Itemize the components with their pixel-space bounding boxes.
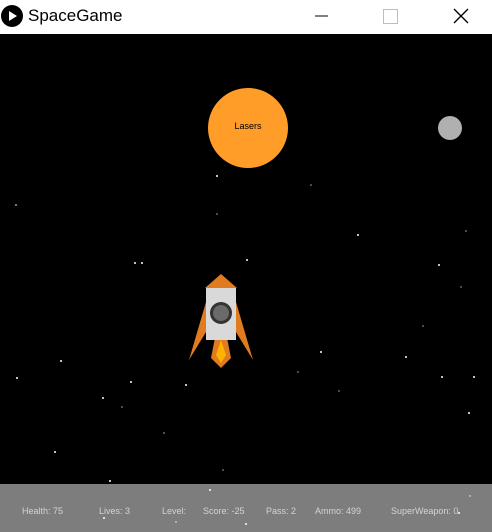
star: [121, 406, 123, 408]
player-rocket[interactable]: [186, 272, 256, 370]
game-canvas[interactable]: Lasers: [0, 34, 492, 484]
star: [297, 371, 299, 373]
star: [209, 489, 211, 491]
game-window: SpaceGame Lasers Health: 75 Lives: 3 Lev…: [0, 0, 492, 532]
score-readout: Score: -25: [203, 506, 245, 516]
star: [134, 262, 136, 264]
ammo-readout: Ammo: 499: [315, 506, 362, 516]
window-title: SpaceGame: [28, 6, 123, 25]
star: [102, 397, 104, 399]
star: [109, 480, 111, 482]
star: [468, 412, 470, 414]
close-button[interactable]: [438, 0, 484, 32]
minimize-button[interactable]: [298, 0, 344, 32]
star: [310, 184, 312, 186]
close-icon: [453, 8, 469, 24]
minimize-icon: [315, 15, 328, 17]
status-bar: Health: 75 Lives: 3 Level: Score: -25 Pa…: [0, 484, 492, 532]
moon: [438, 116, 462, 140]
star: [465, 230, 467, 232]
title-bar: SpaceGame: [0, 0, 492, 34]
star: [405, 356, 407, 358]
lives-readout: Lives: 3: [99, 506, 131, 516]
star: [185, 384, 187, 386]
star: [422, 325, 424, 327]
star: [16, 377, 18, 379]
star: [320, 351, 322, 353]
level-readout: Level:: [162, 506, 187, 516]
superweapon-readout: SuperWeapon: 0: [391, 506, 459, 516]
maximize-icon: [383, 9, 398, 24]
star: [54, 451, 56, 453]
star: [216, 175, 218, 177]
star: [130, 381, 132, 383]
health-readout: Health: 75: [22, 506, 64, 516]
rocket-icon: [189, 274, 253, 368]
star: [441, 376, 443, 378]
pass-readout: Pass: 2: [266, 506, 297, 516]
star: [338, 390, 340, 392]
star: [460, 286, 462, 288]
play-icon: [1, 5, 23, 27]
star: [216, 213, 218, 215]
star: [469, 495, 471, 497]
star: [103, 517, 105, 519]
star: [163, 432, 165, 434]
planet-label: Lasers: [234, 121, 262, 131]
star: [473, 376, 475, 378]
star: [222, 469, 224, 471]
star: [245, 523, 247, 525]
star: [60, 360, 62, 362]
lasers-planet: Lasers: [208, 88, 288, 168]
star: [438, 264, 440, 266]
star: [15, 204, 17, 206]
star: [246, 259, 248, 261]
star: [175, 521, 177, 523]
maximize-button[interactable]: [367, 0, 413, 32]
star: [357, 234, 359, 236]
star: [141, 262, 143, 264]
